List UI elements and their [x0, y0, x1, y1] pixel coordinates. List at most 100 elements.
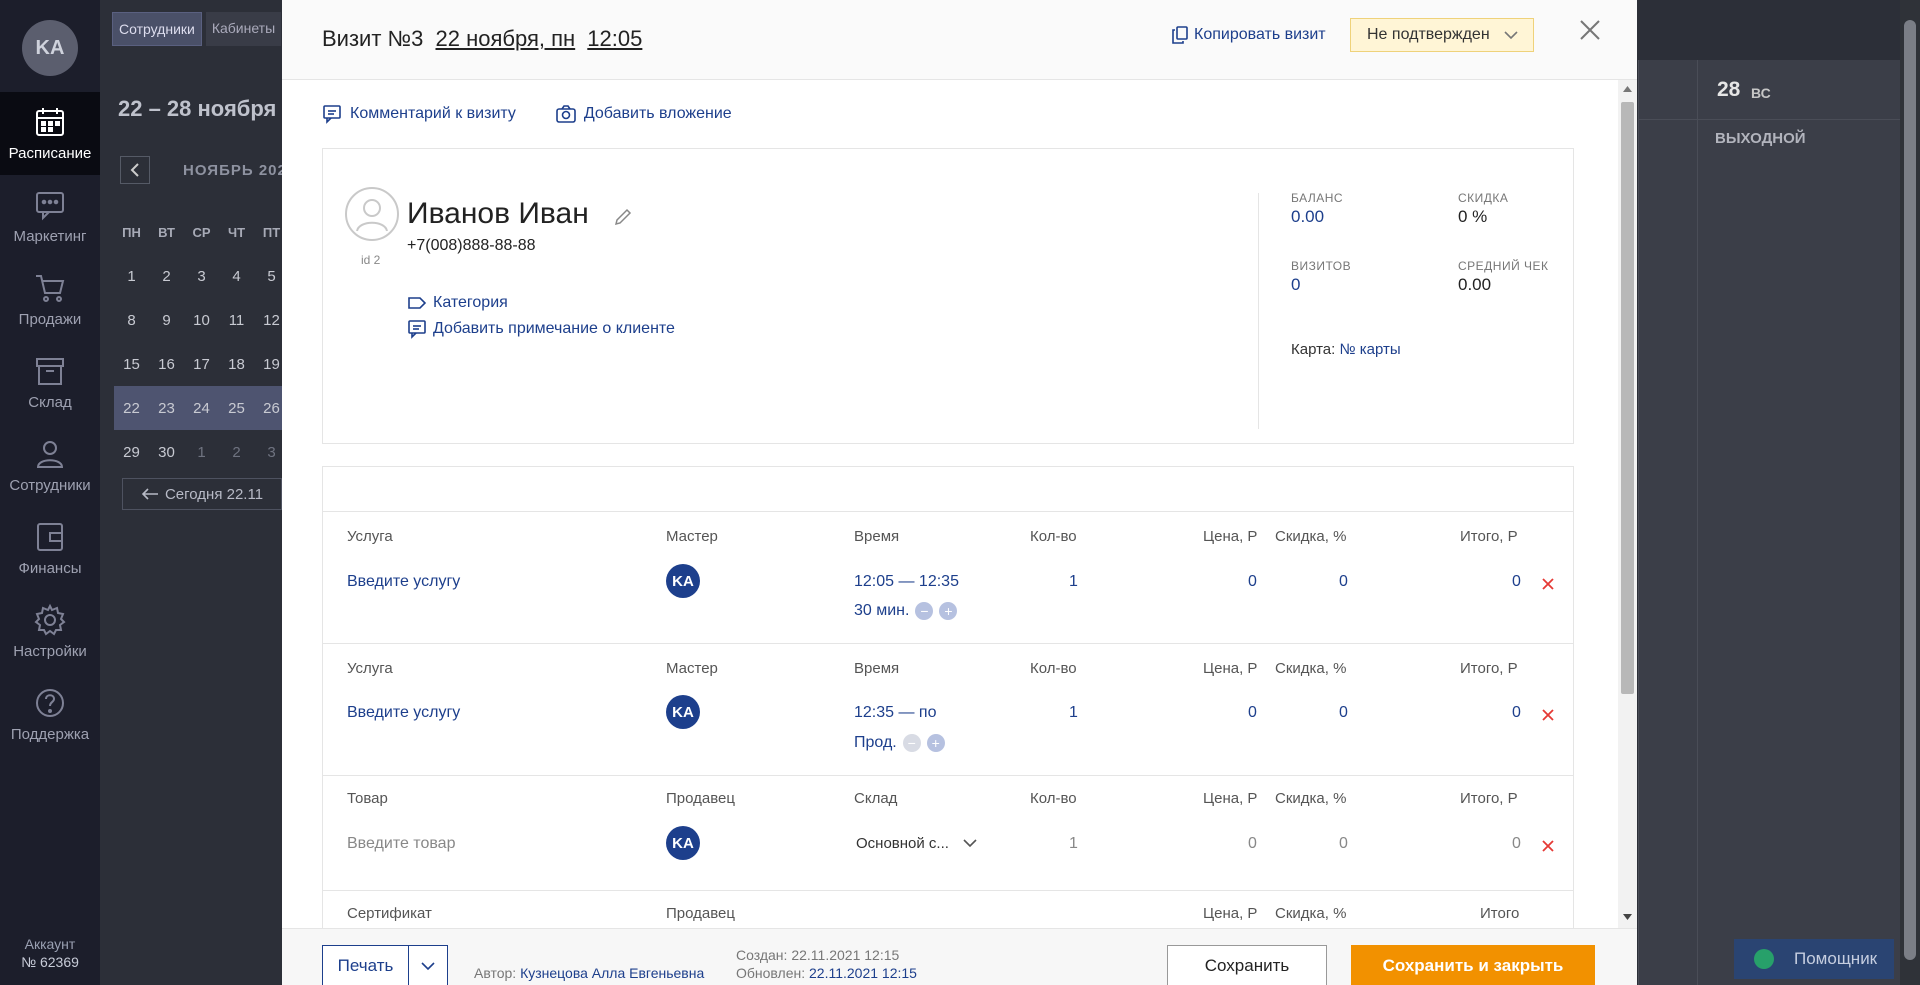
day-cell[interactable]: 16 [149, 356, 184, 373]
duration-label[interactable]: Прод. [854, 734, 897, 751]
visit-time[interactable]: 12:05 [587, 26, 642, 51]
day-cell[interactable]: 24 [184, 400, 219, 417]
updated-info: Обновлен: 22.11.2021 12:15 [736, 965, 917, 981]
week-range-title: 22 – 28 ноября [118, 96, 277, 121]
comment-link[interactable]: Комментарий к визиту [322, 104, 516, 124]
week-row: 15 16 17 18 19 [114, 342, 289, 386]
note-icon [408, 320, 426, 339]
time-range[interactable]: 12:35 — по [854, 704, 937, 722]
day-cell[interactable]: 4 [219, 268, 254, 285]
nav-item-settings[interactable]: Настройки [0, 590, 100, 673]
nav-item-marketing[interactable]: Маркетинг [0, 175, 100, 258]
price[interactable]: 0 [1248, 573, 1257, 591]
chat-bubble-icon [1754, 949, 1774, 969]
plus-icon[interactable]: + [939, 602, 958, 620]
save-and-close-button[interactable]: Сохранить и закрыть [1351, 945, 1595, 985]
col-header: Услуга [347, 528, 393, 545]
tab-rooms[interactable]: Кабинеты [205, 12, 282, 46]
master-avatar[interactable]: KA [666, 564, 700, 598]
service-input[interactable]: Введите услугу [347, 704, 460, 722]
quantity[interactable]: 1 [1069, 573, 1078, 591]
day-cell[interactable]: 22 [114, 400, 149, 417]
price[interactable]: 0 [1248, 835, 1257, 853]
duration-label[interactable]: 30 мин. [854, 602, 909, 619]
nav-item-staff[interactable]: Сотрудники [0, 424, 100, 507]
author-name[interactable]: Кузнецова Алла Евгеньевна [520, 965, 704, 981]
user-avatar[interactable]: KA [22, 20, 78, 76]
day-cell[interactable]: 23 [149, 400, 184, 417]
nav-item-finance[interactable]: Финансы [0, 507, 100, 590]
helper-chat-button[interactable]: Помощник [1734, 939, 1894, 979]
nav-item-schedule[interactable]: Расписание [0, 92, 100, 175]
discount[interactable]: 0 [1339, 704, 1348, 722]
service-row: Услуга Мастер Время Кол-во Цена, Р Скидк… [323, 644, 1573, 776]
quantity[interactable]: 1 [1069, 704, 1078, 722]
day-cell[interactable]: 18 [219, 356, 254, 373]
product-input[interactable]: Введите товар [347, 835, 455, 853]
day-cell[interactable]: 10 [184, 312, 219, 329]
prev-month-button[interactable] [120, 156, 150, 184]
quantity[interactable]: 1 [1069, 835, 1078, 853]
category-link[interactable]: Категория [407, 293, 508, 313]
day-cell[interactable]: 8 [114, 312, 149, 329]
card-number-link[interactable]: № карты [1339, 341, 1400, 358]
copy-visit-link[interactable]: Копировать визит [1172, 26, 1326, 44]
day-cell[interactable]: 9 [149, 312, 184, 329]
nav-item-warehouse[interactable]: Склад [0, 341, 100, 424]
day-cell[interactable]: 11 [219, 312, 254, 329]
minus-icon[interactable]: − [902, 734, 921, 752]
scroll-down-icon[interactable] [1623, 914, 1632, 920]
day-cell[interactable]: 1 [184, 444, 219, 461]
delete-icon[interactable] [1541, 708, 1555, 722]
service-input[interactable]: Введите услугу [347, 573, 460, 591]
print-options-toggle[interactable] [409, 946, 447, 985]
day-off-label: ВЫХОДНОЙ [1715, 130, 1806, 147]
day-cell[interactable]: 29 [114, 444, 149, 461]
client-card: id 2 Иванов Иван +7(008)888-88-88 Катего… [322, 148, 1574, 444]
scrollbar-thumb[interactable] [1621, 102, 1634, 694]
stat-value[interactable]: 0.00 [1291, 207, 1343, 227]
day-cell[interactable]: 1 [114, 268, 149, 285]
nav-item-sales[interactable]: Продажи [0, 258, 100, 341]
minus-icon[interactable]: − [915, 602, 934, 620]
scrollbar-thumb[interactable] [1904, 20, 1916, 960]
close-icon[interactable] [1578, 18, 1602, 42]
discount[interactable]: 0 [1339, 835, 1348, 853]
status-dropdown[interactable]: Не подтвержден [1350, 18, 1534, 52]
stat-value[interactable]: 0 [1291, 275, 1351, 295]
help-icon [36, 689, 64, 717]
master-avatar[interactable]: KA [666, 695, 700, 729]
tab-staff[interactable]: Сотрудники [112, 12, 202, 46]
time-range[interactable]: 12:05 — 12:35 [854, 573, 959, 591]
day-cell[interactable]: 15 [114, 356, 149, 373]
day-cell[interactable]: 3 [184, 268, 219, 285]
column-divider [1697, 60, 1698, 985]
page-scrollbar[interactable] [1900, 0, 1920, 985]
attachment-link[interactable]: Добавить вложение [556, 104, 732, 124]
scroll-up-icon[interactable] [1623, 86, 1632, 92]
day-cell[interactable]: 2 [149, 268, 184, 285]
day-cell[interactable]: 25 [219, 400, 254, 417]
pencil-icon[interactable] [613, 207, 633, 227]
plus-icon[interactable]: + [926, 734, 945, 752]
price[interactable]: 0 [1248, 704, 1257, 722]
visit-date[interactable]: 22 ноября, пн [436, 26, 576, 51]
add-client-note-link[interactable]: Добавить примечание о клиенте [407, 319, 675, 339]
day-cell[interactable]: 30 [149, 444, 184, 461]
day-cell[interactable]: 2 [219, 444, 254, 461]
mini-calendar: ПН ВТ СР ЧТ ПТ 1 2 3 4 5 8 9 10 11 12 15… [114, 210, 289, 474]
day-cell[interactable]: 17 [184, 356, 219, 373]
updated-value[interactable]: 22.11.2021 12:15 [809, 965, 917, 981]
discount[interactable]: 0 [1339, 573, 1348, 591]
delete-icon[interactable] [1541, 577, 1555, 591]
nav-item-support[interactable]: Поддержка [0, 673, 100, 756]
modal-scrollbar[interactable] [1618, 80, 1637, 928]
visit-actions: Комментарий к визиту Добавить вложение [322, 104, 772, 124]
warehouse-select[interactable]: Основной с... [856, 835, 977, 852]
print-button[interactable]: Печать [322, 945, 448, 985]
delete-icon[interactable] [1541, 839, 1555, 853]
today-button[interactable]: Сегодня 22.11 [122, 478, 282, 510]
save-button[interactable]: Сохранить [1167, 945, 1327, 985]
created-label: Создан: [736, 947, 788, 963]
seller-avatar[interactable]: KA [666, 826, 700, 860]
